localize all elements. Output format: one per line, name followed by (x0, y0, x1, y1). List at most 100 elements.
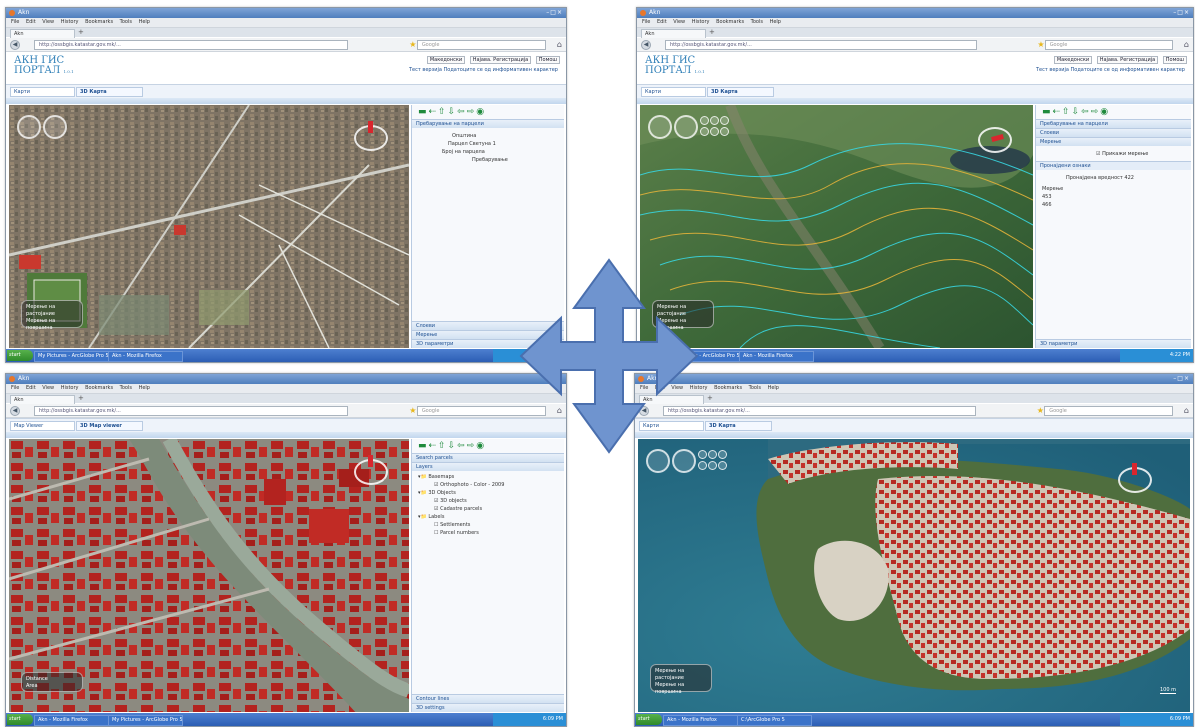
layer-labels-folder[interactable]: ▾📁 Labels (412, 513, 564, 521)
measure-panel[interactable]: Мерење на растојание Мерење на површина (650, 664, 712, 695)
tilt-up-icon[interactable] (718, 450, 727, 459)
home-icon[interactable]: ⌂ (1184, 39, 1189, 50)
taskbar-item-firefox[interactable]: Akn - Mozilla Firefox (739, 351, 814, 362)
parcel-number-field[interactable]: Број на парцела (412, 148, 564, 156)
measure-distance-label-2[interactable]: растојание (26, 311, 78, 318)
back-arrow-icon[interactable]: ◀ (10, 406, 20, 416)
tab-map-viewer[interactable]: Map Viewer (10, 421, 75, 431)
portal-logo[interactable]: АКН ГИС ПОРТАЛ 1.0.1 (645, 56, 705, 77)
compass-icon[interactable] (354, 455, 388, 485)
search-field[interactable]: Google (1044, 406, 1173, 416)
menu-help[interactable]: Help (139, 385, 150, 391)
tab-3d-map-viewer[interactable]: 3D Map viewer (76, 421, 143, 431)
reset-view-icon[interactable] (710, 127, 719, 136)
menu-bookmarks[interactable]: Bookmarks (85, 385, 113, 391)
help-link[interactable]: Помош (535, 56, 560, 64)
layer-3d-objects-folder[interactable]: ▾📁 3D Objects (412, 489, 564, 497)
taskbar-item-firefox[interactable]: Akn - Mozilla Firefox (663, 715, 738, 726)
login-link[interactable]: Најава. Регистрација (1096, 56, 1159, 64)
layer-cadastre-parcels[interactable]: ☑ Cadastre parcels (412, 505, 564, 513)
section-layers[interactable]: Layers (412, 462, 564, 471)
menu-bookmarks[interactable]: Bookmarks (716, 19, 744, 25)
tab-maps[interactable]: Карти (10, 87, 75, 97)
menu-view[interactable]: View (42, 19, 54, 25)
layer-orthophoto[interactable]: ☑ Orthophoto - Color - 2009 (412, 481, 564, 489)
menu-edit[interactable]: Edit (657, 19, 667, 25)
new-tab-button[interactable]: + (78, 28, 84, 37)
measure-distance-label[interactable]: Distance (26, 676, 78, 683)
menu-help[interactable]: Help (770, 19, 781, 25)
menu-view[interactable]: View (673, 19, 685, 25)
language-select[interactable]: Македонски (426, 56, 466, 64)
zoom-out-icon[interactable] (710, 116, 719, 125)
menu-history[interactable]: History (692, 19, 710, 25)
portal-logo[interactable]: АКН ГИС ПОРТАЛ 1.0.1 (14, 56, 74, 77)
show-measure-checkbox[interactable]: ☑ Прикажи мерење (1036, 150, 1191, 158)
cadastre-field[interactable]: Парцел Светуна 1 (412, 140, 564, 148)
measure-panel[interactable]: Distance Area (21, 672, 83, 692)
map-view-3d-buildings[interactable]: Distance Area (9, 439, 409, 712)
pan-control-icon[interactable] (17, 115, 41, 139)
tab-3d-map[interactable]: 3D Карта (707, 87, 774, 97)
section-3d-settings[interactable]: 3D settings (412, 703, 564, 712)
menu-help[interactable]: Help (768, 385, 779, 391)
home-icon[interactable]: ⌂ (557, 39, 562, 50)
start-button[interactable]: start (7, 714, 33, 725)
layer-parcel-numbers[interactable]: ☐ Parcel numbers (412, 529, 564, 537)
url-bar[interactable]: http://ossbgis.katastar.gov.mk/... (665, 40, 977, 50)
rotate-control-icon[interactable] (674, 115, 698, 139)
menu-file[interactable]: File (11, 19, 19, 25)
help-link[interactable]: Помош (1162, 56, 1187, 64)
back-arrow-icon[interactable]: ◀ (641, 40, 651, 50)
back-arrow-icon[interactable]: ◀ (10, 40, 20, 50)
menu-history[interactable]: History (61, 385, 79, 391)
url-bar[interactable]: http://ossbgis.katastar.gov.mk/... (663, 406, 976, 416)
measure-distance-label-2[interactable]: растојание (655, 675, 707, 682)
menu-help[interactable]: Help (139, 19, 150, 25)
zoom-in-icon[interactable] (698, 450, 707, 459)
browser-tab[interactable]: Akn (641, 29, 706, 38)
menu-tools[interactable]: Tools (751, 19, 763, 25)
bookmark-star-icon[interactable]: ★ (409, 405, 416, 416)
fullscreen-icon[interactable] (718, 461, 727, 470)
tilt-down-icon[interactable] (698, 461, 707, 470)
section-parcel-search[interactable]: Пребарување на парцели (412, 119, 564, 128)
section-parcel-search[interactable]: Пребарување на парцели (1036, 119, 1191, 128)
menu-tools[interactable]: Tools (749, 385, 761, 391)
menu-bookmarks[interactable]: Bookmarks (714, 385, 742, 391)
layer-basemaps[interactable]: ▾📁 Basemaps (412, 473, 564, 481)
language-select[interactable]: Македонски (1053, 56, 1093, 64)
url-bar[interactable]: http://ossbgis.katastar.gov.mk/... (34, 406, 348, 416)
window-controls[interactable]: –□× (1173, 375, 1190, 383)
tool-icons[interactable]: ▬⇠⇧⇩⇦⇨◉ (412, 105, 564, 119)
window-controls[interactable]: –□× (546, 9, 563, 17)
section-search-parcels[interactable]: Search parcels (412, 453, 564, 462)
section-contour-lines[interactable]: Contour lines (412, 694, 564, 703)
bookmark-star-icon[interactable]: ★ (1037, 405, 1044, 416)
start-button[interactable]: start (7, 350, 33, 361)
new-tab-button[interactable]: + (707, 394, 713, 403)
menu-tools[interactable]: Tools (120, 385, 132, 391)
tilt-up-icon[interactable] (720, 116, 729, 125)
map-view-coastal-town[interactable]: Мерење на растојание Мерење на површина … (638, 439, 1190, 712)
new-tab-button[interactable]: + (78, 394, 84, 403)
search-button[interactable]: Пребарување (412, 156, 564, 164)
measure-panel[interactable]: Мерење на растојание Мерење на површина (21, 300, 83, 331)
login-link[interactable]: Најава. Регистрација (469, 56, 532, 64)
reset-view-icon[interactable] (708, 461, 717, 470)
zoom-in-icon[interactable] (700, 116, 709, 125)
taskbar-item-arcglobe[interactable]: My Pictures - ArcGlobe Pro 5 (108, 715, 183, 726)
section-layers[interactable]: Слоеви (1036, 128, 1191, 137)
menu-file[interactable]: File (11, 385, 19, 391)
browser-tab[interactable]: Akn (10, 29, 75, 38)
taskbar-item-arcglobe[interactable]: C:\ArcGlobe Pro 5 (737, 715, 812, 726)
window-controls[interactable]: –□× (1173, 9, 1190, 17)
taskbar-item-firefox[interactable]: Akn - Mozilla Firefox (34, 715, 109, 726)
url-bar[interactable]: http://ossbgis.katastar.gov.mk/... (34, 40, 348, 50)
measure-distance-label[interactable]: Мерење на (655, 668, 707, 675)
measure-distance-label[interactable]: Мерење на (26, 304, 78, 311)
start-button[interactable]: start (636, 714, 662, 725)
menu-history[interactable]: History (61, 19, 79, 25)
taskbar-item-firefox[interactable]: Akn - Mozilla Firefox (108, 351, 183, 362)
pan-control-icon[interactable] (648, 115, 672, 139)
